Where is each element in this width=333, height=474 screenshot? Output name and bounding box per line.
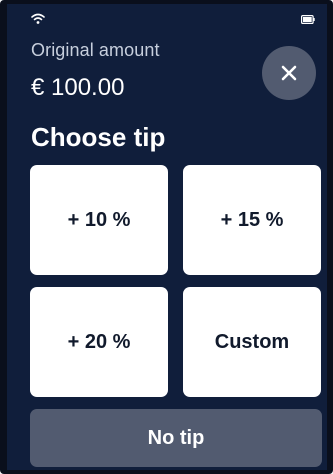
tip-selection-screen: Original amount € 100.00 Choose tip + 10… <box>7 4 327 470</box>
status-bar <box>31 12 315 30</box>
close-icon <box>281 65 297 81</box>
tip-options-grid: + 10 % + 15 % + 20 % Custom <box>30 165 321 397</box>
battery-icon <box>301 15 315 24</box>
close-button[interactable] <box>262 46 316 100</box>
choose-tip-heading: Choose tip <box>31 122 166 152</box>
no-tip-button[interactable]: No tip <box>30 409 322 467</box>
custom-tip-button[interactable]: Custom <box>183 287 321 397</box>
original-amount-label: Original amount <box>31 40 160 60</box>
wifi-icon <box>31 13 45 24</box>
tip-15-percent-button[interactable]: + 15 % <box>183 165 321 275</box>
payment-terminal-frame: Original amount € 100.00 Choose tip + 10… <box>0 0 333 474</box>
tip-10-percent-button[interactable]: + 10 % <box>30 165 168 275</box>
tip-20-percent-button[interactable]: + 20 % <box>30 287 168 397</box>
original-amount-value: € 100.00 <box>31 74 125 101</box>
